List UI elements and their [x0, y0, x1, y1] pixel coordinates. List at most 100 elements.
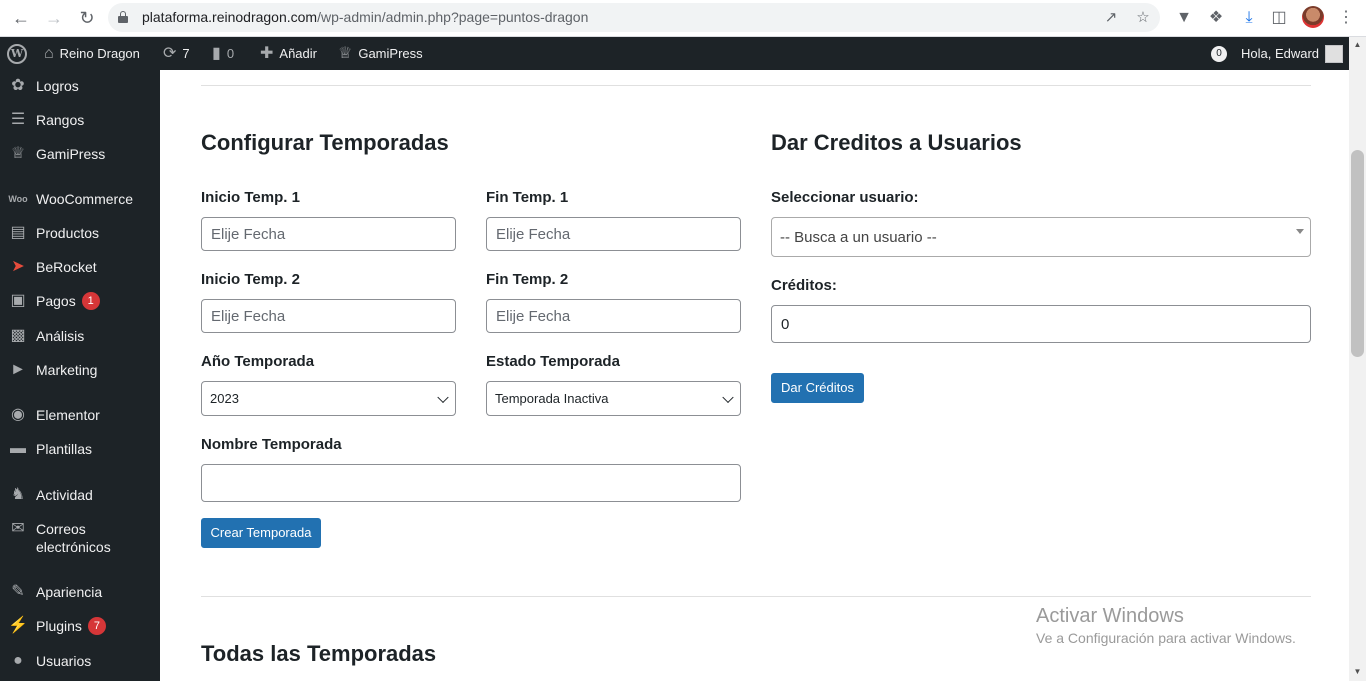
scroll-down-icon[interactable]: ▼ — [1349, 664, 1366, 679]
notifications-menu[interactable]: 0 — [1211, 37, 1227, 70]
status-selected-value: Temporada Inactiva — [495, 391, 609, 406]
elementor-icon: ◉ — [11, 406, 25, 423]
credits-label: Créditos: — [771, 277, 837, 294]
scroll-thumb[interactable] — [1351, 150, 1364, 357]
back-icon[interactable]: ← — [9, 6, 33, 30]
season-name-label: Nombre Temporada — [201, 436, 342, 453]
updates-menu[interactable]: ⟳ 7 — [163, 37, 190, 70]
sidebar-item-gamipress[interactable]: ♕ GamiPress — [0, 144, 160, 164]
season-name-input[interactable] — [201, 464, 741, 502]
wordpress-icon: W — [7, 43, 27, 64]
updates-count: 7 — [182, 46, 190, 61]
share-icon[interactable]: ↗ — [1101, 8, 1121, 28]
my-account-menu[interactable]: Hola, Edward — [1241, 37, 1344, 70]
year-select[interactable]: 2023 — [201, 381, 456, 416]
user-search-select[interactable]: -- Busca a un usuario -- — [771, 217, 1311, 257]
woo-icon: Woo — [8, 194, 28, 204]
megaphone-icon: ► — [10, 361, 26, 378]
pagos-count-badge: 1 — [81, 292, 100, 310]
crown-icon: ♕ — [10, 145, 26, 162]
status-select[interactable]: Temporada Inactiva — [486, 381, 741, 416]
comment-icon: ▮ — [212, 45, 221, 62]
start1-label: Inicio Temp. 1 — [201, 189, 300, 206]
gamipress-menu[interactable]: ♕ GamiPress — [338, 37, 423, 70]
sidebar-item-rangos[interactable]: ☰ Rangos — [0, 110, 160, 130]
sidebar-item-analisis[interactable]: ▩ Análisis — [0, 326, 160, 346]
end2-date-input[interactable] — [486, 299, 741, 333]
site-name-menu[interactable]: ⌂ Reino Dragon — [44, 37, 140, 70]
greeting: Hola, Edward — [1241, 46, 1320, 61]
chevron-down-icon — [437, 391, 449, 403]
year-label: Año Temporada — [201, 353, 315, 370]
bookmark-star-icon[interactable]: ☆ — [1133, 8, 1153, 28]
brush-icon: ✎ — [11, 583, 25, 600]
comments-menu[interactable]: ▮ 0 — [212, 37, 234, 70]
end2-label: Fin Temp. 2 — [486, 271, 569, 288]
sidebar-item-usuarios[interactable]: ● Usuarios — [0, 651, 160, 671]
menu-dots-icon[interactable]: ⋮ — [1334, 6, 1358, 30]
email-icon: ✉ — [11, 520, 25, 537]
sidebar-item-apariencia[interactable]: ✎ Apariencia — [0, 582, 160, 602]
extension-v-icon[interactable]: ▼ — [1172, 6, 1196, 30]
extensions-puzzle-icon[interactable]: ❖ — [1204, 6, 1228, 30]
start1-date-input[interactable] — [201, 217, 456, 251]
sidebar-item-plugins[interactable]: ⚡ Plugins 7 — [0, 616, 160, 636]
sidebar-item-logros[interactable]: ✿ Logros — [0, 76, 160, 96]
user-avatar — [1325, 44, 1344, 63]
give-credits-button[interactable]: Dar Créditos — [771, 373, 864, 403]
wp-logo-menu[interactable]: W — [7, 37, 27, 70]
sidebar-item-woocommerce[interactable]: Woo WooCommerce — [0, 189, 160, 209]
credits-input[interactable] — [771, 305, 1311, 343]
wp-admin-bar: W ⌂ Reino Dragon ⟳ 7 ▮ 0 ✚ Añadir ♕ Gami… — [0, 37, 1366, 70]
plugins-count-badge: 7 — [87, 617, 106, 635]
chevron-down-icon — [722, 391, 734, 403]
page-scrollbar[interactable]: ▲ ▼ — [1349, 37, 1366, 681]
profile-avatar[interactable] — [1302, 6, 1324, 28]
sidebar-item-marketing[interactable]: ► Marketing — [0, 360, 160, 380]
gamipress-label: GamiPress — [358, 46, 423, 61]
comments-count: 0 — [226, 46, 235, 61]
dropdown-arrow-icon — [1296, 229, 1304, 234]
credits-title: Dar Creditos a Usuarios — [771, 130, 1022, 155]
year-selected-value: 2023 — [210, 391, 239, 406]
sidebar-item-plantillas[interactable]: ▬ Plantillas — [0, 439, 160, 459]
user-select-placeholder: -- Busca a un usuario -- — [780, 228, 937, 246]
plugin-icon: ⚡ — [8, 617, 28, 634]
sidepanel-icon[interactable]: ◫ — [1267, 6, 1291, 30]
divider — [201, 85, 1311, 86]
seasons-title: Configurar Temporadas — [201, 130, 449, 155]
windows-activation-title: Activar Windows — [1036, 605, 1184, 627]
rocket-icon: ➤ — [11, 258, 25, 275]
windows-activation-subtitle: Ve a Configuración para activar Windows. — [1036, 630, 1296, 646]
plus-icon: ✚ — [260, 45, 274, 62]
address-bar[interactable]: plataforma.reinodragon.com/wp-admin/admi… — [108, 3, 1160, 32]
folder-icon: ▬ — [10, 440, 26, 457]
forward-icon[interactable]: → — [42, 6, 66, 30]
end1-label: Fin Temp. 1 — [486, 189, 569, 206]
end1-date-input[interactable] — [486, 217, 741, 251]
browser-toolbar: ← → ↻ plataforma.reinodragon.com/wp-admi… — [0, 0, 1366, 37]
updates-icon: ⟳ — [163, 45, 177, 62]
sidebar-item-actividad[interactable]: ♞ Actividad — [0, 485, 160, 505]
ranks-icon: ☰ — [10, 111, 26, 128]
main-content: Configurar Temporadas Inicio Temp. 1 Fin… — [160, 70, 1349, 681]
sidebar-item-elementor[interactable]: ◉ Elementor — [0, 405, 160, 425]
home-icon: ⌂ — [44, 45, 54, 62]
crown-icon: ♕ — [338, 45, 353, 62]
new-content-menu[interactable]: ✚ Añadir — [260, 37, 317, 70]
download-icon[interactable]: ⤓ — [1237, 6, 1261, 30]
start2-date-input[interactable] — [201, 299, 456, 333]
sidebar-item-correos[interactable]: ✉ Correos electrónicos — [0, 519, 160, 556]
sidebar-item-berocket[interactable]: ➤ BeRocket — [0, 257, 160, 277]
sidebar-item-pagos[interactable]: ▣ Pagos 1 — [0, 291, 160, 311]
divider — [201, 596, 1311, 597]
create-season-button[interactable]: Crear Temporada — [201, 518, 321, 548]
url-text: plataforma.reinodragon.com/wp-admin/admi… — [142, 9, 589, 25]
archive-icon: ▤ — [10, 224, 26, 241]
site-name: Reino Dragon — [59, 46, 140, 61]
scroll-up-icon[interactable]: ▲ — [1349, 37, 1366, 52]
add-new-label: Añadir — [279, 46, 317, 61]
reload-icon[interactable]: ↻ — [75, 6, 99, 30]
sidebar-item-productos[interactable]: ▤ Productos — [0, 223, 160, 243]
award-icon: ✿ — [11, 77, 25, 94]
